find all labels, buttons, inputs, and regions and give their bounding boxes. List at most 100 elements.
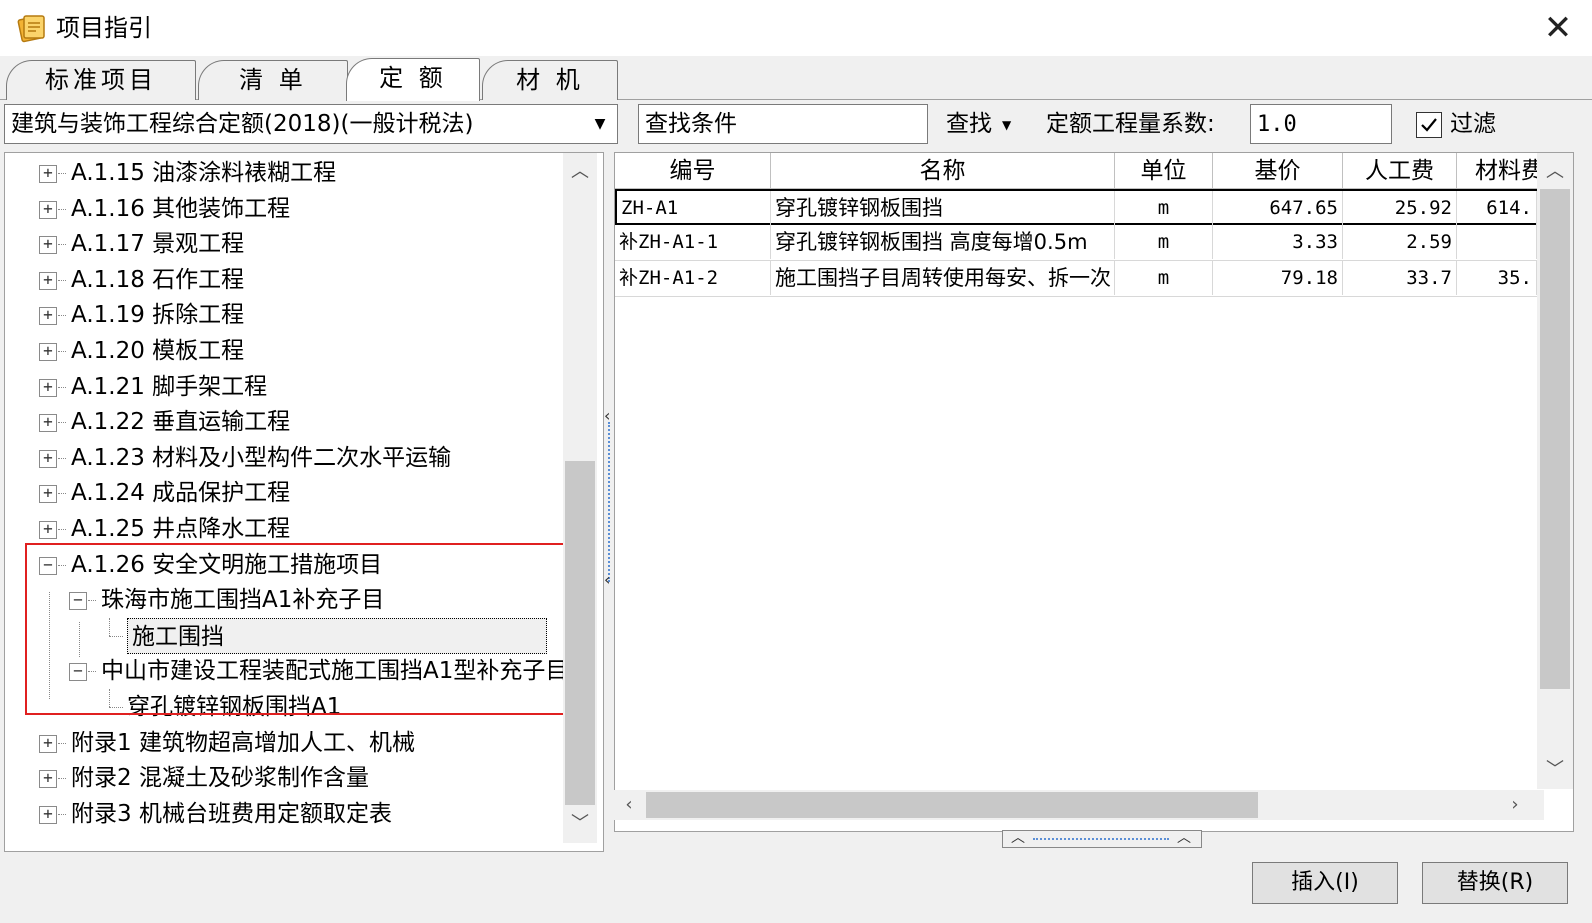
- tree-item-label: A.1.21 脚手架工程: [71, 373, 268, 400]
- tree-node[interactable]: − 中山市建设工程装配式施工围挡A1型补充子目: [5, 653, 568, 689]
- tree-node[interactable]: + 附录1 建筑物超高增加人工、机械: [5, 725, 561, 761]
- expand-plus-icon[interactable]: +: [39, 449, 57, 468]
- tree-item-label: A.1.20 模板工程: [71, 338, 245, 364]
- tree-node[interactable]: + A.1.20 模板工程: [5, 333, 561, 369]
- tree-leaf-item[interactable]: 穿孔镀锌钢板围挡A1: [5, 689, 561, 725]
- tree-node[interactable]: + A.1.23 材料及小型构件二次水平运输: [5, 440, 561, 476]
- cell-code: 补ZH-A1-1: [615, 225, 771, 259]
- insert-button[interactable]: 插入(I): [1252, 862, 1398, 904]
- tree-node[interactable]: + 附录3 机械台班费用定额取定表: [5, 796, 561, 832]
- scroll-left-arrow-icon[interactable]: ‹: [614, 790, 644, 820]
- tree-vertical-scrollbar[interactable]: ︿ ﹀: [563, 153, 597, 843]
- grid-scroll-thumb[interactable]: [1540, 189, 1570, 689]
- tree-item-label: 施工围挡: [127, 617, 547, 654]
- tab-bill[interactable]: 清 单: [198, 60, 348, 100]
- expand-up-icon-2[interactable]: ︿: [1177, 830, 1191, 846]
- tree-item-label: 珠海市施工围挡A1补充子目: [101, 587, 385, 614]
- quota-coefficient-label: 定额工程量系数:: [1046, 111, 1215, 137]
- tab-standard-items[interactable]: 标准项目: [6, 60, 196, 100]
- tree-leaf-item[interactable]: 施工围挡: [5, 617, 561, 654]
- tree-connector: [58, 351, 66, 352]
- tree-node[interactable]: − 珠海市施工围挡A1补充子目: [5, 582, 561, 618]
- expand-plus-icon[interactable]: +: [39, 805, 57, 824]
- tree-item-label: A.1.24 成品保护工程: [71, 480, 291, 507]
- expand-plus-icon[interactable]: +: [39, 271, 57, 290]
- tree-connector: [79, 621, 80, 658]
- vertical-splitter[interactable]: ‹ ‹: [604, 152, 614, 852]
- expand-plus-icon[interactable]: +: [39, 770, 57, 789]
- tree-connector: [58, 813, 66, 815]
- scroll-down-arrow-icon[interactable]: ﹀: [565, 809, 595, 839]
- expand-plus-icon[interactable]: +: [39, 378, 57, 397]
- tree-scroll-thumb[interactable]: [565, 461, 595, 805]
- tree-node[interactable]: + A.1.19 拆除工程: [5, 297, 561, 333]
- tree-connector: [49, 592, 50, 699]
- tab-quota[interactable]: 定 额: [346, 58, 480, 101]
- expand-plus-icon[interactable]: +: [39, 343, 57, 361]
- scroll-up-arrow-icon[interactable]: ︿: [1540, 157, 1570, 187]
- collapse-minus-icon[interactable]: −: [69, 592, 87, 611]
- tree-connector: [58, 493, 66, 495]
- column-header-unit[interactable]: 单位: [1115, 153, 1213, 189]
- grid-horizontal-scrollbar[interactable]: ‹ ›: [614, 790, 1544, 820]
- expand-plus-icon[interactable]: +: [39, 521, 57, 539]
- scroll-right-arrow-icon[interactable]: ›: [1500, 790, 1530, 820]
- tree-node[interactable]: + A.1.21 脚手架工程: [5, 369, 561, 405]
- scroll-down-arrow-icon[interactable]: ﹀: [1540, 755, 1570, 785]
- tree-node[interactable]: + A.1.22 垂直运输工程: [5, 404, 561, 440]
- expand-plus-icon[interactable]: +: [39, 236, 57, 255]
- grid-vertical-scrollbar[interactable]: ︿ ﹀: [1537, 153, 1573, 789]
- tree-connector: [58, 244, 66, 246]
- expand-plus-icon[interactable]: +: [39, 414, 57, 433]
- tree-connector: [88, 671, 96, 673]
- grid-hscroll-thumb[interactable]: [646, 792, 1258, 818]
- collapse-minus-icon[interactable]: −: [69, 663, 87, 682]
- replace-button[interactable]: 替换(R): [1422, 862, 1568, 904]
- expand-up-icon[interactable]: ︿: [1011, 830, 1025, 846]
- find-button[interactable]: 查找 ▼: [946, 106, 1011, 142]
- tree-connector: [58, 564, 66, 566]
- column-header-labor[interactable]: 人工费: [1343, 153, 1457, 189]
- cell-labor: 2.59: [1343, 225, 1457, 259]
- tree-node[interactable]: + A.1.24 成品保护工程: [5, 475, 561, 511]
- column-header-base-price[interactable]: 基价: [1213, 153, 1343, 189]
- tree-connector: [58, 457, 66, 459]
- column-header-name[interactable]: 名称: [771, 153, 1115, 189]
- tree-item-label: 穿孔镀锌钢板围挡A1: [127, 694, 342, 720]
- tree-node[interactable]: + A.1.16 其他装饰工程: [5, 191, 561, 227]
- expand-plus-icon[interactable]: +: [39, 307, 57, 326]
- column-header-code[interactable]: 编号: [615, 153, 771, 189]
- title-bar: 项目指引 ✕: [0, 0, 1592, 56]
- expand-plus-icon[interactable]: +: [39, 485, 57, 504]
- tree-node[interactable]: + A.1.18 石作工程: [5, 262, 561, 298]
- chevron-down-icon[interactable]: ▼: [585, 107, 615, 141]
- cell-name: 穿孔镀锌钢板围挡: [771, 191, 1115, 225]
- table-row[interactable]: 补ZH-A1-1 穿孔镀锌钢板围挡 高度每增0.5m m 3.33 2.59: [615, 225, 1573, 261]
- expand-plus-icon[interactable]: +: [39, 200, 57, 219]
- quota-library-select[interactable]: 建筑与装饰工程综合定额(2018)(一般计税法) ▼: [4, 104, 618, 144]
- tree-node[interactable]: + A.1.25 井点降水工程: [5, 511, 561, 547]
- filter-checkbox[interactable]: [1416, 112, 1442, 138]
- tree-node[interactable]: + A.1.15 油漆涂料裱糊工程: [5, 155, 561, 191]
- cell-name: 穿孔镀锌钢板围挡 高度每增0.5m: [771, 225, 1115, 259]
- table-row[interactable]: ZH-A1 穿孔镀锌钢板围挡 m 647.65 25.92 614.: [615, 189, 1573, 225]
- cell-material: 614.: [1457, 191, 1537, 225]
- tree-node[interactable]: + A.1.17 景观工程: [5, 226, 561, 262]
- tab-materials-machines[interactable]: 材 机: [482, 60, 618, 100]
- scroll-up-arrow-icon[interactable]: ︿: [565, 157, 595, 187]
- tree-node[interactable]: − A.1.26 安全文明施工措施项目: [5, 547, 561, 583]
- table-row[interactable]: 补ZH-A1-2 施工围挡子目周转使用每安、拆一次 m 79.18 33.7 3…: [615, 261, 1573, 297]
- tree-node[interactable]: + 附录2 混凝土及砂浆制作含量: [5, 760, 561, 796]
- expand-plus-icon[interactable]: +: [39, 734, 57, 753]
- search-input[interactable]: [638, 104, 928, 144]
- horizontal-splitter[interactable]: ︿ ︿: [1002, 830, 1202, 848]
- expand-plus-icon[interactable]: +: [39, 165, 57, 183]
- quota-coefficient-input[interactable]: [1250, 104, 1392, 144]
- splitter-grip[interactable]: [1033, 838, 1169, 840]
- cell-material: [1457, 225, 1537, 259]
- tree-item-label: A.1.17 景观工程: [71, 231, 245, 258]
- close-button[interactable]: ✕: [1536, 8, 1580, 48]
- splitter-grip[interactable]: [608, 422, 610, 582]
- cell-labor: 33.7: [1343, 261, 1457, 295]
- collapse-minus-icon[interactable]: −: [39, 556, 57, 575]
